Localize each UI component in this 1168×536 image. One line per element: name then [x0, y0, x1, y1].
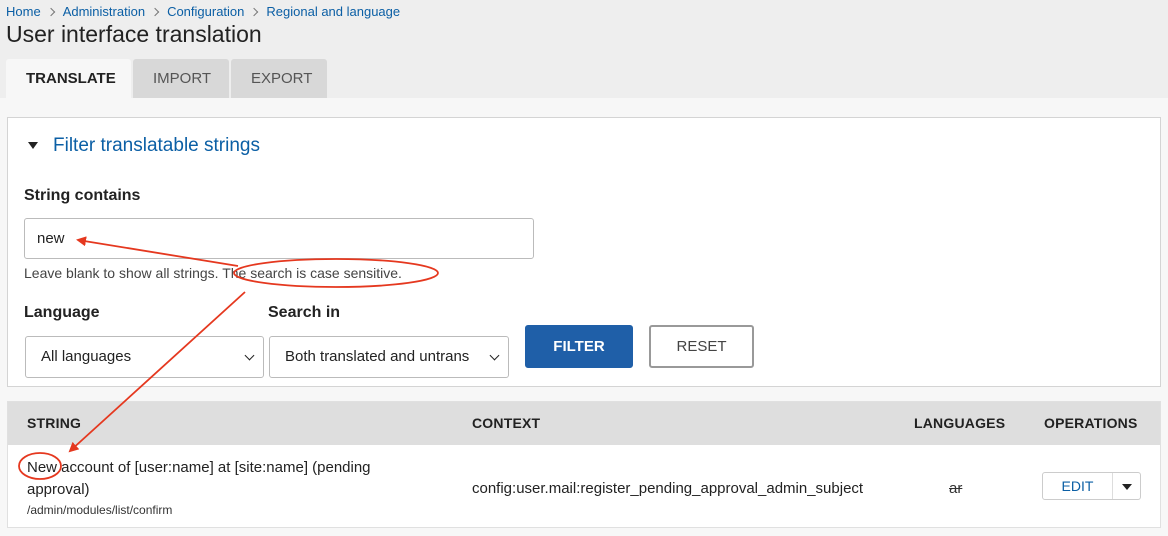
- search-in-label: Search in: [268, 304, 341, 321]
- filter-summary-label: Filter translatable strings: [53, 135, 260, 156]
- tab-import[interactable]: IMPORT: [133, 59, 229, 98]
- header-operations: OPERATIONS: [1044, 415, 1138, 431]
- string-contains-input[interactable]: new: [24, 218, 534, 259]
- page-title: User interface translation: [6, 21, 262, 47]
- chevron-right-icon: [250, 7, 259, 16]
- edit-button[interactable]: EDIT: [1043, 473, 1113, 499]
- strings-table: STRING CONTEXT LANGUAGES OPERATIONS New …: [7, 401, 1161, 528]
- breadcrumb-administration[interactable]: Administration: [63, 4, 145, 19]
- description-case-sensitive: The search is case sensitive.: [222, 265, 402, 281]
- string-contains-description: Leave blank to show all strings. The sea…: [24, 265, 402, 281]
- search-in-select[interactable]: Both translated and untrans: [269, 336, 509, 378]
- string-contains-label: String contains: [24, 187, 141, 204]
- tab-translate[interactable]: TRANSLATE: [6, 59, 131, 98]
- row-string-highlight: New: [27, 459, 58, 476]
- language-select-value: All languages: [41, 348, 132, 365]
- language-select[interactable]: All languages: [25, 336, 264, 378]
- table-header: STRING CONTEXT LANGUAGES OPERATIONS: [8, 402, 1160, 445]
- language-label: Language: [24, 304, 100, 321]
- header-languages: LANGUAGES: [914, 415, 1006, 431]
- row-context: config:user.mail:register_pending_approv…: [472, 480, 864, 497]
- row-string: New account of [user:name] at [site:name…: [27, 457, 427, 501]
- filter-button[interactable]: FILTER: [525, 325, 633, 368]
- chevron-down-icon: [489, 350, 500, 361]
- tab-export[interactable]: EXPORT: [231, 59, 327, 98]
- tab-bar: TRANSLATE IMPORT EXPORT: [6, 59, 329, 98]
- dropbutton-toggle[interactable]: [1113, 473, 1140, 499]
- header-context: CONTEXT: [472, 415, 541, 431]
- filter-fieldset: Filter translatable strings String conta…: [7, 117, 1161, 387]
- operations-dropbutton: EDIT: [1042, 472, 1141, 500]
- chevron-down-icon: [244, 350, 255, 361]
- breadcrumb-configuration[interactable]: Configuration: [167, 4, 244, 19]
- header-string: STRING: [27, 415, 82, 431]
- search-in-select-value: Both translated and untrans: [285, 348, 470, 365]
- row-path: /admin/modules/list/confirm: [27, 503, 173, 517]
- filter-summary-toggle[interactable]: Filter translatable strings: [28, 135, 260, 157]
- breadcrumb-home[interactable]: Home: [6, 4, 41, 19]
- chevron-right-icon: [46, 7, 55, 16]
- triangle-down-icon: [28, 141, 38, 149]
- row-languages: ar: [949, 480, 963, 497]
- breadcrumb: Home Administration Configuration Region…: [6, 4, 400, 19]
- triangle-down-icon: [1122, 484, 1132, 490]
- chevron-right-icon: [150, 7, 160, 16]
- row-string-rest: account of [user:name] at [site:name] (p…: [27, 459, 371, 498]
- reset-button[interactable]: RESET: [649, 325, 754, 368]
- description-blank-hint: Leave blank to show all strings.: [24, 265, 219, 281]
- breadcrumb-regional-language[interactable]: Regional and language: [266, 4, 400, 19]
